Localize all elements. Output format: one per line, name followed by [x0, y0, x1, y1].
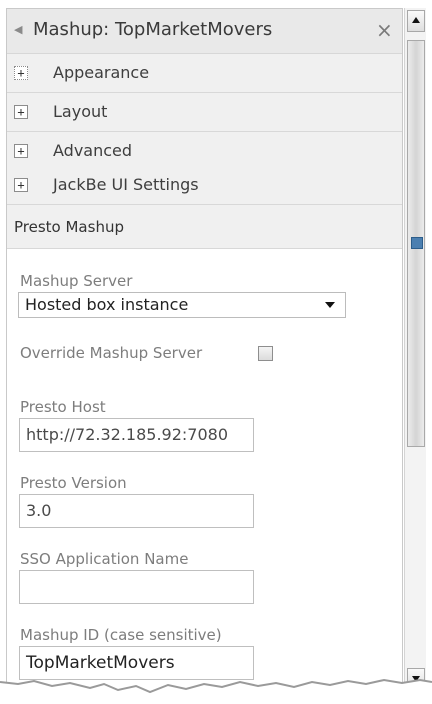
scrollbar-thumb[interactable]: [407, 40, 425, 447]
override-mashup-server-checkbox[interactable]: [258, 346, 273, 361]
mashup-server-selected-value: Hosted box instance: [25, 295, 189, 314]
presto-host-label: Presto Host: [20, 398, 106, 416]
sso-application-name-input[interactable]: [19, 570, 254, 604]
mashup-id-label: Mashup ID (case sensitive): [20, 626, 222, 644]
presto-version-label: Presto Version: [20, 474, 127, 492]
presto-host-value: http://72.32.185.92:7080: [26, 425, 228, 444]
tool-pane-title-bar: ◀ Mashup: TopMarketMovers ×: [7, 9, 402, 54]
presto-version-value: 3.0: [26, 501, 52, 520]
expand-plus-icon[interactable]: +: [14, 178, 28, 192]
section-layout[interactable]: + Layout: [7, 93, 402, 132]
mashup-server-label: Mashup Server: [20, 272, 133, 290]
section-jackbe-ui-settings[interactable]: + JackBe UI Settings: [7, 166, 402, 205]
expand-plus-icon[interactable]: +: [14, 105, 28, 119]
section-appearance-label: Appearance: [53, 63, 150, 82]
section-appearance[interactable]: + Appearance: [7, 54, 402, 93]
collapse-arrow-icon[interactable]: ◀: [14, 23, 22, 37]
section-advanced-label: Advanced: [53, 141, 133, 160]
presto-version-input[interactable]: 3.0: [19, 494, 254, 528]
expand-plus-icon[interactable]: +: [14, 66, 28, 80]
presto-mashup-title: Presto Mashup: [14, 218, 124, 236]
tool-pane-title: Mashup: TopMarketMovers: [33, 19, 273, 40]
expand-plus-icon[interactable]: +: [14, 144, 28, 158]
mashup-server-select[interactable]: Hosted box instance: [18, 292, 346, 318]
scroll-up-button[interactable]: [407, 10, 425, 32]
section-jackbe-ui-settings-label: JackBe UI Settings: [53, 175, 199, 194]
presto-mashup-header: Presto Mashup: [7, 205, 402, 249]
sso-application-name-label: SSO Application Name: [20, 550, 189, 568]
close-icon[interactable]: ×: [376, 17, 393, 43]
torn-edge-decoration: [0, 678, 432, 704]
override-mashup-server-label: Override Mashup Server: [20, 344, 203, 362]
scrollbar-grip-icon: [411, 237, 423, 249]
section-layout-label: Layout: [53, 102, 108, 121]
scroll-up-arrow-icon: [412, 17, 420, 23]
vertical-scrollbar[interactable]: [404, 8, 426, 692]
presto-host-input[interactable]: http://72.32.185.92:7080: [19, 418, 254, 452]
dropdown-arrow-icon[interactable]: [325, 302, 335, 308]
